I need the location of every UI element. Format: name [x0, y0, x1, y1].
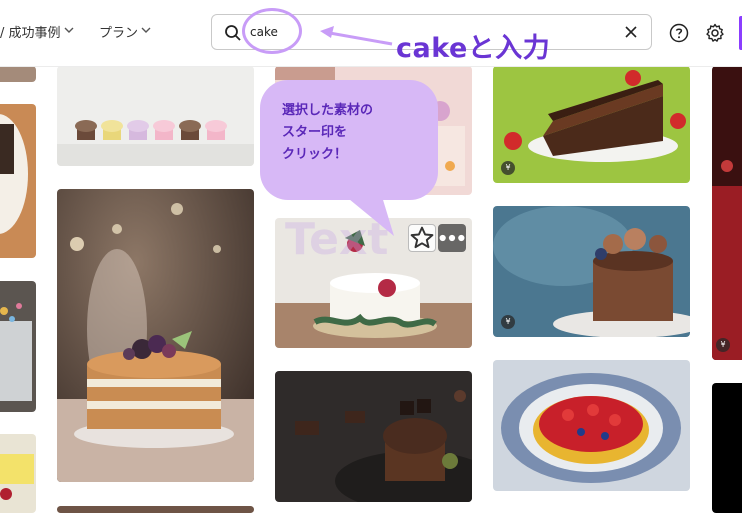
annotation-title: cakeと入力 [396, 33, 551, 64]
image-tile[interactable] [57, 506, 254, 513]
image-tile[interactable]: ¥ [493, 206, 690, 337]
image-tile[interactable] [57, 189, 254, 482]
image-tile[interactable] [712, 383, 742, 513]
image-tile[interactable]: ¥ [712, 66, 742, 360]
more-icon [439, 234, 465, 242]
callout-tail [338, 190, 394, 236]
image-tile[interactable] [0, 104, 36, 258]
search-icon [225, 25, 241, 41]
premium-badge: ¥ [716, 338, 730, 352]
instruction-callout-text: 選択した素材の スター印を クリック！ [282, 100, 432, 166]
annotation-arrow [320, 26, 393, 46]
help-icon[interactable] [669, 23, 689, 43]
tile-tools [408, 224, 466, 252]
premium-badge: ¥ [501, 161, 515, 175]
gear-icon[interactable] [705, 23, 725, 43]
chevron-down-icon [141, 26, 151, 37]
image-tile[interactable] [275, 371, 472, 502]
image-tile[interactable] [57, 66, 254, 166]
nav-plans[interactable]: プラン [99, 22, 151, 41]
callout-line: スター印を [282, 125, 348, 140]
callout-line: クリック！ [282, 147, 348, 162]
clear-icon[interactable] [623, 24, 639, 40]
star-icon [410, 226, 434, 249]
image-tile[interactable] [0, 66, 36, 82]
more-options-button[interactable] [438, 224, 466, 252]
nav-success-stories-label: / 成功事例 [0, 26, 61, 41]
image-tile[interactable] [493, 360, 690, 491]
image-tile[interactable]: ¥ [493, 66, 690, 183]
nav-success-stories[interactable]: / 成功事例 [0, 22, 74, 41]
image-tile[interactable] [0, 281, 36, 412]
nav-plans-label: プラン [99, 26, 139, 41]
premium-badge: ¥ [501, 315, 515, 329]
chevron-down-icon [64, 26, 74, 37]
callout-line: 選択した素材の [282, 103, 374, 118]
star-button[interactable] [408, 224, 436, 252]
search-highlight-ring [242, 8, 302, 54]
image-tile[interactable] [0, 434, 36, 513]
